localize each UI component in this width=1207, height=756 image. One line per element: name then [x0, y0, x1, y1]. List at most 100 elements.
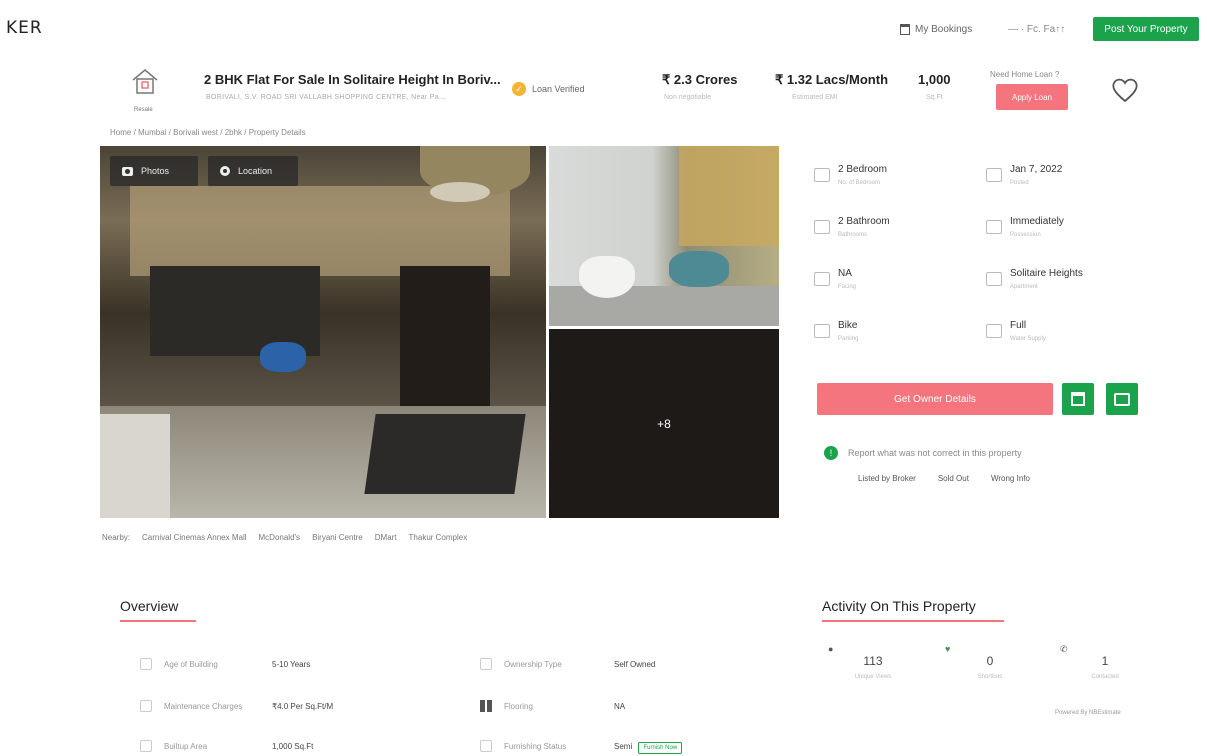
more-photos[interactable]: +8 — [549, 329, 779, 518]
verified-icon: ✓ — [512, 82, 526, 96]
fact-value: Bike — [838, 320, 858, 331]
overview-value: NA — [614, 702, 626, 711]
bathroom-photo[interactable] — [549, 146, 779, 326]
property-address: BORIVALI, S.V. ROAD SRI VALLABH SHOPPING… — [206, 94, 446, 101]
fact-value: Full — [1010, 320, 1027, 331]
fact-value: Solitaire Heights — [1010, 268, 1083, 279]
bath-toilet — [579, 256, 635, 298]
bath-icon — [814, 220, 830, 234]
bed-icon — [814, 168, 830, 182]
camera-icon — [122, 166, 133, 176]
fact-value: NA — [838, 268, 852, 279]
nearby-item[interactable]: DMart — [375, 533, 397, 542]
report-options: Listed by Broker Sold Out Wrong Info — [858, 474, 1030, 483]
apply-loan-button[interactable]: Apply Loan — [996, 84, 1068, 110]
area-sub: Sq.Ft — [926, 94, 943, 101]
overview-value: 1,000 Sq.Ft — [272, 742, 314, 751]
ceiling-fan — [430, 182, 490, 202]
fact-label: Water Supply — [1010, 336, 1046, 342]
heart-icon: ♥ — [945, 644, 951, 654]
nearby-item[interactable]: Biryani Centre — [312, 533, 363, 542]
fact-label: Facing — [838, 284, 857, 290]
overview-label: Ownership Type — [504, 660, 562, 669]
get-owner-details-button[interactable]: Get Owner Details — [817, 383, 1053, 415]
overview-value: ₹4.0 Per Sq.Ft/M — [272, 702, 334, 711]
location-icon — [220, 166, 230, 176]
photos-button[interactable]: Photos — [110, 156, 198, 186]
top-bar: KER My Bookings — · Fc. Fa↑↑ Post Your P… — [0, 0, 1207, 60]
house-icon — [132, 69, 158, 94]
location-label: Location — [238, 166, 273, 176]
furnish-now-button[interactable]: Furnish Now — [638, 742, 683, 754]
report-option[interactable]: Sold Out — [938, 474, 969, 483]
location-button[interactable]: Location — [208, 156, 298, 186]
activity-label: Shortlists — [977, 674, 1003, 680]
overview-title: Overview — [120, 598, 179, 614]
overview-label: Flooring — [504, 702, 533, 711]
my-bookings-link[interactable]: My Bookings — [900, 24, 972, 35]
overview-underline — [120, 620, 196, 622]
emi: ₹ 1.32 Lacs/Month — [775, 72, 889, 87]
area: 1,000 — [918, 72, 951, 87]
fact-possession: Immediately Possession — [986, 212, 1126, 252]
main-photo[interactable]: Photos Location — [100, 146, 546, 518]
fact-value: 2 Bedroom — [838, 164, 887, 175]
room-chair — [260, 342, 306, 372]
fact-posted: Jan 7, 2022 Posted — [986, 160, 1126, 200]
overview-value-wrap: Semi Furnish Now — [614, 742, 683, 754]
photos-label: Photos — [141, 166, 170, 176]
home-loan-question: Need Home Loan ? — [990, 70, 1060, 79]
fact-bathroom: 2 Bathroom Bathrooms — [814, 212, 954, 252]
activity-contacted: ✆ 1 Contacted — [1060, 644, 1150, 684]
activity-shortlists: ♥ 0 Shortlists — [945, 644, 1035, 684]
activity-label: Unique Views — [854, 674, 892, 680]
fact-label: Parking — [838, 336, 859, 342]
fact-facing: NA Facing — [814, 264, 954, 304]
overview-value: Self Owned — [614, 660, 656, 669]
report-option[interactable]: Listed by Broker — [858, 474, 916, 483]
user-menu[interactable]: — · Fc. Fa↑↑ — [1008, 24, 1065, 35]
calendar-icon — [1071, 392, 1085, 406]
water-icon — [986, 324, 1002, 338]
activity-value: 1 — [1101, 654, 1109, 668]
shortlist-heart-icon[interactable] — [1110, 76, 1140, 104]
room-counter — [100, 414, 170, 518]
nearby-list: Nearby: Carnival Cinemas Annex Mall McDo… — [102, 533, 467, 542]
fact-label: Bathrooms — [838, 232, 868, 238]
brand-logo[interactable]: KER — [6, 18, 43, 38]
chat-button[interactable] — [1106, 383, 1138, 415]
emi-sub: Estimated EMI — [792, 94, 838, 101]
report-text: Report what was not correct in this prop… — [848, 448, 1022, 458]
key-icon — [986, 220, 1002, 234]
loan-verified: ✓ Loan Verified — [512, 82, 585, 96]
property-header: Resale 2 BHK Flat For Sale In Solitaire … — [110, 62, 1160, 122]
schedule-visit-button[interactable] — [1062, 383, 1094, 415]
fact-label: No. of Bedroom — [838, 180, 881, 186]
fact-value: Immediately — [1010, 216, 1064, 227]
nearby-item[interactable]: McDonald's — [259, 533, 301, 542]
activity-value: 113 — [863, 654, 883, 668]
fact-label: Possession — [1010, 232, 1041, 238]
compass-icon — [814, 272, 830, 286]
sofa-icon — [480, 740, 492, 752]
nearby-item[interactable]: Carnival Cinemas Annex Mall — [142, 533, 247, 542]
ownership-icon — [480, 658, 492, 670]
bath-floor — [549, 286, 779, 326]
car-icon — [814, 324, 830, 338]
nearby-item[interactable]: Thakur Complex — [409, 533, 468, 542]
building-age-icon — [140, 658, 152, 670]
fact-value: 2 Bathroom — [838, 216, 890, 227]
info-icon: ! — [824, 446, 838, 460]
breadcrumb[interactable]: Home / Mumbai / Borivali west / 2bhk / P… — [110, 128, 306, 137]
report-option[interactable]: Wrong Info — [991, 474, 1030, 483]
activity-underline — [822, 620, 1004, 622]
more-photos-count: +8 — [657, 416, 671, 431]
powered-by: Powered By NBEstimate — [1055, 710, 1121, 716]
overview-label: Furnishing Status — [504, 742, 567, 751]
post-property-button[interactable]: Post Your Property — [1093, 17, 1199, 41]
room-table — [364, 414, 526, 494]
bath-wall — [679, 146, 779, 246]
overview-value: Semi — [614, 742, 633, 751]
calendar-icon — [900, 24, 910, 35]
my-bookings-label: My Bookings — [915, 24, 973, 35]
